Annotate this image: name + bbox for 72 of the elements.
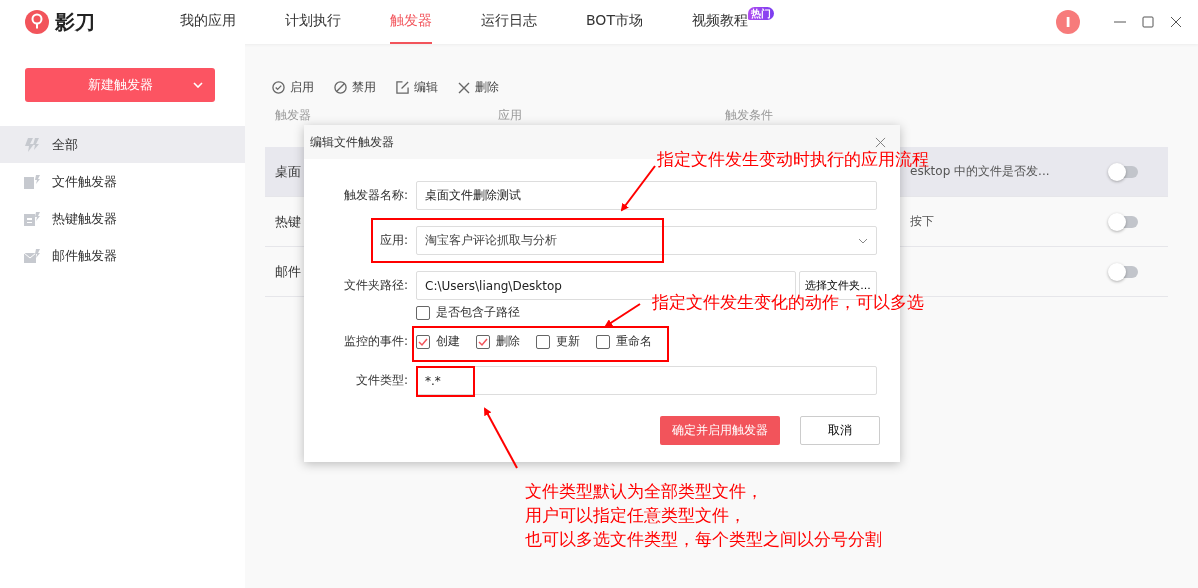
checkbox[interactable]: 是否包含子路径 <box>416 304 520 321</box>
checkbox-box[interactable] <box>476 334 490 349</box>
table-cell-text: 邮件 <box>275 262 302 281</box>
annotation-text: 文件类型默认为全部类型文件， <box>525 481 764 503</box>
toggle-switch[interactable] <box>1110 265 1138 278</box>
checkbox-box[interactable] <box>416 334 430 349</box>
edit-icon <box>396 81 409 94</box>
annotation-text: 也可以多选文件类型，每个类型之间以分号分割 <box>525 529 882 551</box>
checkbox-box[interactable] <box>596 334 610 349</box>
logo-icon <box>25 10 49 34</box>
check-circle-icon <box>272 81 285 94</box>
table-cell-text: 热键 <box>275 212 302 231</box>
annotation-arrow <box>620 165 656 212</box>
app-logo-text: 影刀 <box>55 8 95 36</box>
chevron-down-icon <box>193 82 203 88</box>
nav-tab[interactable]: 运行日志 <box>481 0 537 44</box>
dialog-title: 编辑文件触发器 <box>310 133 394 151</box>
column-header: 触发条件 <box>725 107 773 124</box>
column-header: 应用 <box>498 107 523 124</box>
keyboard-bolt-icon <box>24 211 40 226</box>
toggle-switch[interactable] <box>1110 165 1138 178</box>
bolt-icon <box>24 137 40 152</box>
mail-bolt-icon <box>24 248 40 263</box>
toolbar-button[interactable]: 禁用 <box>334 76 376 99</box>
close-icon[interactable] <box>875 136 886 148</box>
sidebar-item[interactable]: 邮件触发器 <box>0 237 245 274</box>
file-bolt-icon <box>24 174 40 189</box>
toolbar-button[interactable]: 编辑 <box>396 76 438 99</box>
sidebar-item[interactable]: 热键触发器 <box>0 200 245 237</box>
nav-tab[interactable]: 我的应用 <box>180 0 236 44</box>
column-header: 触发器 <box>275 107 312 124</box>
field-label: 文件类型: <box>354 372 408 389</box>
field-label: 监控的事件: <box>342 333 408 350</box>
ban-icon <box>334 81 347 94</box>
cancel-button[interactable]: 取消 <box>800 416 880 445</box>
file-type-field[interactable]: *.* <box>416 366 877 395</box>
name-field[interactable]: 桌面文件删除测试 <box>416 181 877 210</box>
sidebar-item-label: 文件触发器 <box>52 172 117 191</box>
nav-tab[interactable]: BOT市场 <box>586 0 643 44</box>
close-icon <box>458 81 470 94</box>
nav-tab[interactable]: 视频教程 <box>691 0 748 44</box>
sidebar-item-label: 全部 <box>52 135 78 154</box>
maximize-icon[interactable] <box>1142 16 1154 28</box>
toggle-switch[interactable] <box>1110 215 1138 228</box>
sidebar-item[interactable]: 文件触发器 <box>0 163 245 200</box>
annotation-arrow <box>604 303 641 328</box>
checkbox[interactable]: 创建 <box>416 333 460 350</box>
table-cell: esktop 中的文件是否发... <box>910 164 1050 178</box>
sidebar-item-label: 热键触发器 <box>52 209 117 228</box>
hot-badge: 热门 <box>747 7 774 20</box>
annotation-text: 用户可以指定任意类型文件， <box>525 505 747 527</box>
field-label: 触发器名称: <box>342 187 408 204</box>
app-dropdown[interactable]: 淘宝客户评论抓取与分析 <box>416 226 877 255</box>
checkbox[interactable]: 删除 <box>476 333 520 350</box>
annotation-arrow <box>484 407 518 469</box>
checkbox[interactable]: 重命名 <box>596 333 652 350</box>
sidebar-item-label: 邮件触发器 <box>52 246 117 265</box>
field-label: 文件夹路径: <box>342 277 408 294</box>
sidebar-item[interactable]: 全部 <box>0 126 245 163</box>
close-icon[interactable] <box>1170 16 1182 28</box>
nav-tab[interactable]: 触发器 <box>390 0 432 44</box>
highlight-frame <box>416 366 475 397</box>
nav-tab[interactable]: 计划执行 <box>285 0 341 44</box>
field-label: 应用: <box>378 232 408 249</box>
checkbox[interactable]: 更新 <box>536 333 580 350</box>
chevron-down-icon <box>858 237 868 244</box>
toolbar-button[interactable]: 删除 <box>458 76 499 99</box>
table-cell-text: 桌面 <box>275 162 302 181</box>
table-cell: 按下 <box>910 214 934 228</box>
toolbar-button[interactable]: 启用 <box>272 76 314 99</box>
checkbox-box[interactable] <box>536 334 550 349</box>
checkbox-box[interactable] <box>416 305 430 320</box>
